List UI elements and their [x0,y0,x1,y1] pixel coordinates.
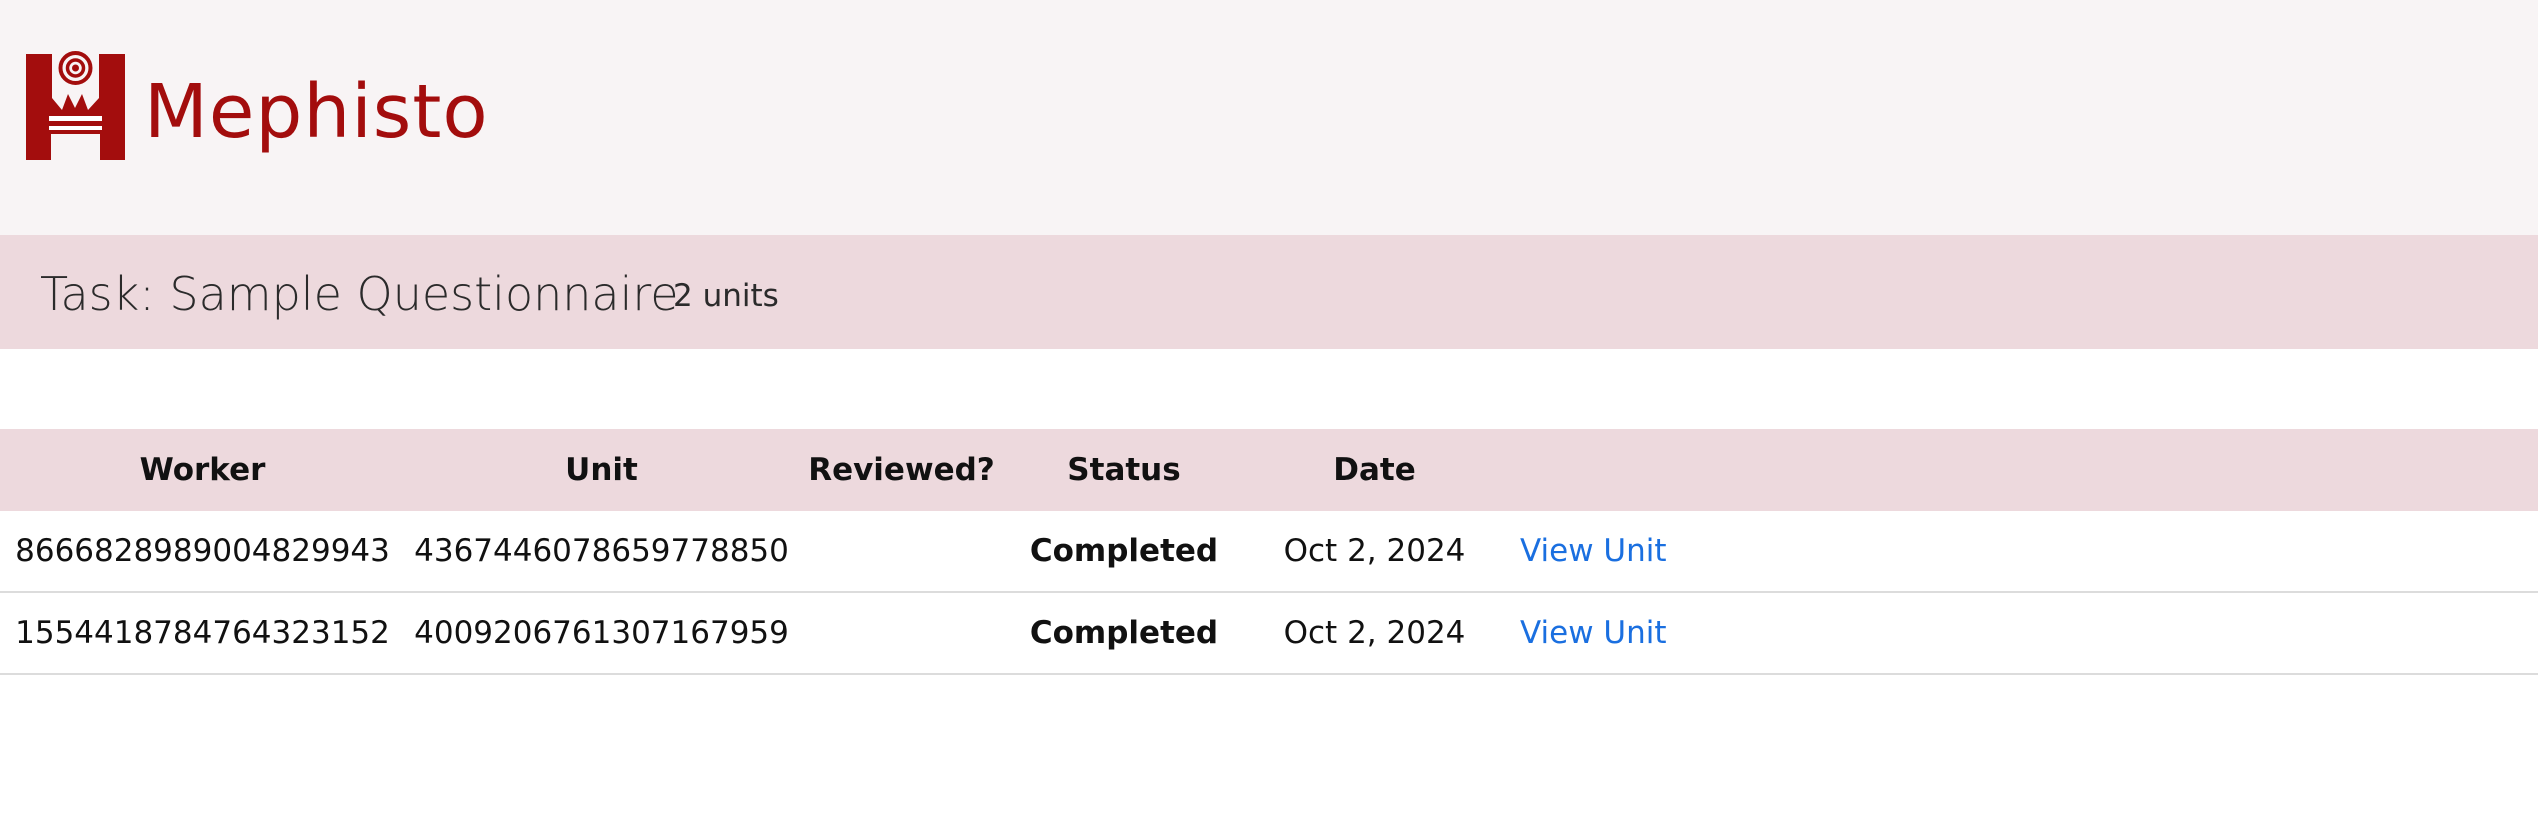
view-unit-link[interactable]: View Unit [1520,615,1667,651]
column-header-unit: Unit [565,452,638,488]
view-unit-link[interactable]: View Unit [1520,533,1667,569]
units-table: Worker Unit Reviewed? Status Date 866682… [0,429,2538,675]
column-header-reviewed: Reviewed? [808,452,995,488]
reviewed-value [798,511,1005,591]
column-header-worker: Worker [139,452,266,488]
brand-name: Mephisto [144,69,489,155]
table-header-row: Worker Unit Reviewed? Status Date [0,429,2538,511]
mephisto-logo-icon[interactable] [26,48,125,160]
date-value: Oct 2, 2024 [1283,615,1466,651]
unit-id: 4367446078659778850 [414,533,789,569]
table-row: 8666828989004829943 4367446078659778850 … [0,511,2538,593]
status-value: Completed [1029,533,1219,569]
unit-id: 4009206761307167959 [414,615,789,651]
task-title: Task: Sample Questionnaire [40,267,679,321]
unit-count: 2 units [673,278,779,314]
reviewed-value [798,593,1005,673]
worker-id: 8666828989004829943 [15,533,390,569]
table-row: 1554418784764323152 4009206761307167959 … [0,593,2538,675]
status-value: Completed [1029,615,1219,651]
column-header-status: Status [1067,452,1181,488]
column-header-date: Date [1333,452,1416,488]
app-header: Mephisto [0,0,2538,235]
date-value: Oct 2, 2024 [1283,533,1466,569]
worker-id: 1554418784764323152 [15,615,390,651]
